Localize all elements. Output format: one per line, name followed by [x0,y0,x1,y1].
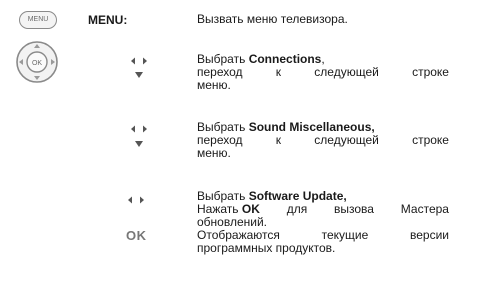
remote-menu-button: MENU [19,11,57,29]
remote-ok-pad-icon: OK [16,41,58,83]
left-right-arrows-icon [131,57,147,65]
software-update-label: Software Update, [248,189,347,203]
connections-label: Connections [248,52,322,66]
sound-miscellaneous-label: Sound Miscellaneous, [248,120,375,134]
intro-text: Вызвать меню телевизора. [197,12,348,26]
menu-key-label: MENU: [88,13,128,27]
left-right-arrows-icon [128,196,144,204]
step-sound-miscellaneous: Выбрать Sound Miscellaneous, переход к сле… [197,120,449,160]
step-software-update: Выбрать Software Update, Нажать OK для выз… [197,189,449,255]
ok-key-label: OK [126,228,147,243]
step-connections: Выбрать Connections, переход к следующей ст… [197,52,449,92]
down-arrow-icon [135,72,143,78]
remote-ok-label: OK [32,60,42,67]
left-right-arrows-icon [131,125,147,133]
down-arrow-icon [135,141,143,147]
